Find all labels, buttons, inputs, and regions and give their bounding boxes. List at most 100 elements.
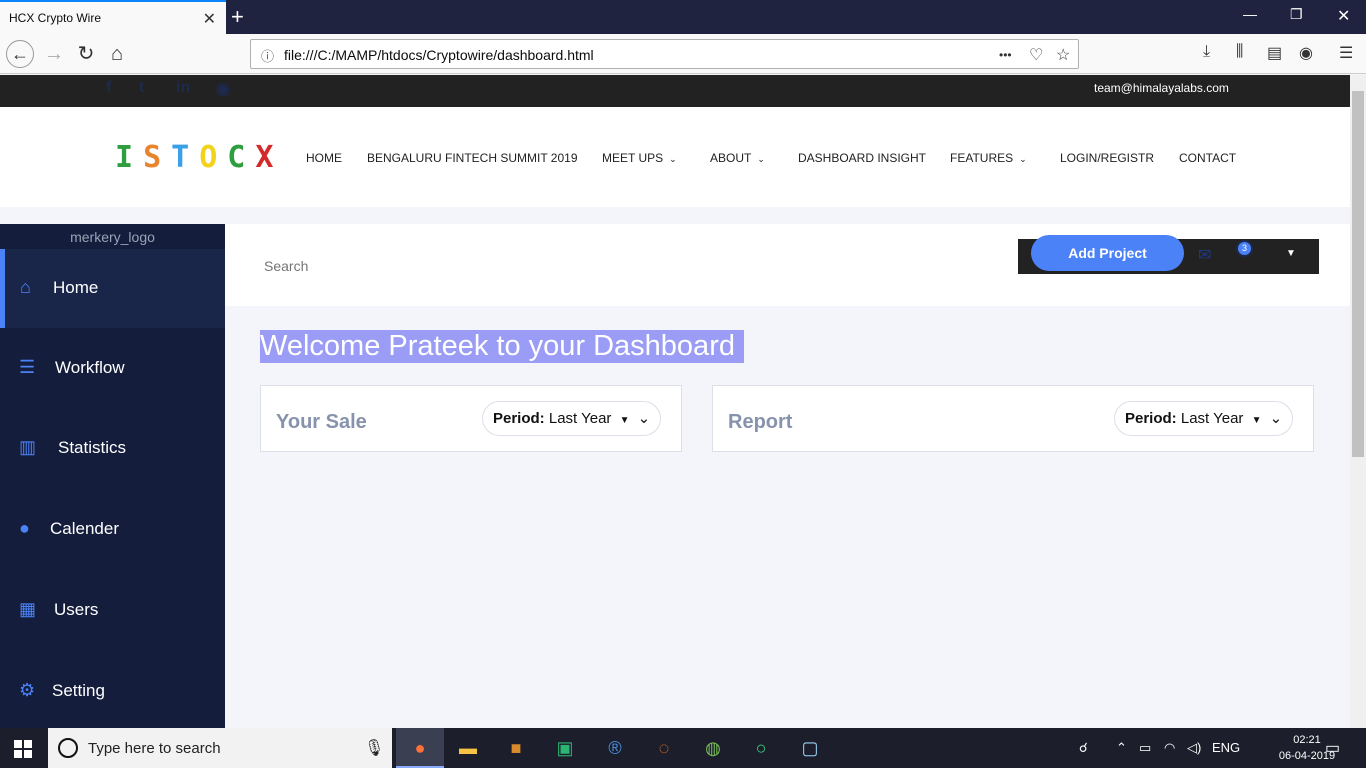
chevron-down-icon: ⌄ bbox=[637, 410, 651, 427]
logo-letter: X bbox=[255, 140, 284, 175]
sublime-text-icon[interactable]: ■ bbox=[492, 728, 540, 768]
sidebar-item-statistics[interactable]: ▥ Statistics bbox=[0, 409, 225, 488]
web-page: f t in ◉ team@himalayalabs.com ISTOCX HO… bbox=[0, 75, 1350, 728]
search-input[interactable] bbox=[264, 258, 564, 274]
nav-dashboard-insight[interactable]: DASHBOARD INSIGHT bbox=[798, 151, 926, 165]
mail-icon[interactable]: ✉ bbox=[1198, 245, 1211, 265]
browser-tab[interactable]: HCX Crypto Wire ✕ bbox=[0, 0, 226, 34]
nav-home[interactable]: HOME bbox=[306, 151, 342, 165]
chevron-up-icon[interactable]: ⌃ bbox=[1116, 740, 1127, 756]
sale-card: Your Sale Period: Last Year ▼ ⌄ bbox=[260, 385, 682, 452]
caret-down-icon[interactable]: ▼ bbox=[1286, 248, 1296, 259]
start-tile bbox=[24, 750, 32, 758]
nav-login-register[interactable]: LOGIN/REGISTR bbox=[1060, 151, 1154, 165]
facebook-icon[interactable]: f bbox=[106, 79, 111, 97]
nav-fintech-summit[interactable]: BENGALURU FINTECH SUMMIT 2019 bbox=[367, 151, 578, 165]
notification-center-icon[interactable]: ▭ bbox=[1325, 738, 1340, 758]
sidebar-item-setting[interactable]: ⚙ Setting bbox=[0, 652, 225, 728]
chevron-down-icon: ⌄ bbox=[757, 154, 765, 164]
url-text[interactable]: file:///C:/MAMP/htdocs/Cryptowire/dashbo… bbox=[284, 47, 594, 63]
battery-icon[interactable]: ▭ bbox=[1139, 740, 1151, 756]
nav-contact[interactable]: CONTACT bbox=[1179, 151, 1236, 165]
caret-down-icon: ▼ bbox=[619, 415, 630, 426]
linkedin-icon[interactable]: in bbox=[176, 79, 190, 97]
restore-icon[interactable]: ❐ bbox=[1290, 6, 1303, 23]
page-scrollbar[interactable] bbox=[1350, 75, 1366, 728]
nav-label: LOGIN/REGISTR bbox=[1060, 151, 1155, 165]
sidebar-item-label: Setting bbox=[52, 681, 105, 700]
language-indicator[interactable]: ENG bbox=[1212, 740, 1240, 755]
cortana-icon bbox=[58, 738, 78, 758]
bookmark-star-icon[interactable]: ☆ bbox=[1056, 45, 1070, 65]
minimize-icon[interactable]: — bbox=[1243, 6, 1257, 22]
report-card: Report Period: Last Year ▼ ⌄ bbox=[712, 385, 1314, 452]
reload-icon[interactable]: ↻ bbox=[72, 40, 100, 68]
sidebar-item-workflow[interactable]: ☰ Workflow bbox=[0, 329, 225, 408]
home-page-icon[interactable]: ⌂ bbox=[103, 40, 131, 68]
dashboard-sidebar: merkery_logo ⌂ Home ☰ Workflow ▥ Statist… bbox=[0, 224, 225, 728]
taskbar-search-box[interactable]: Type here to search 🎙 bbox=[48, 728, 392, 768]
period-dropdown[interactable]: Period: Last Year ▼ ⌄ bbox=[482, 401, 662, 436]
start-tile bbox=[14, 750, 22, 758]
logo-letter: S bbox=[143, 140, 172, 175]
telegram-icon[interactable]: ◉ bbox=[216, 79, 230, 99]
people-icon[interactable]: ☌ bbox=[1079, 740, 1088, 756]
nav-label: CONTACT bbox=[1179, 151, 1237, 165]
library-icon[interactable]: ⫼ bbox=[1236, 43, 1243, 61]
window-close-icon[interactable]: ✕ bbox=[1337, 6, 1350, 26]
contact-email[interactable]: team@himalayalabs.com bbox=[1094, 81, 1229, 95]
card-title: Report bbox=[728, 411, 793, 433]
caret-down-icon: ▼ bbox=[1251, 415, 1262, 426]
welcome-heading: Welcome Prateek to your Dashboard bbox=[260, 330, 744, 363]
file-explorer-icon[interactable]: ▬ bbox=[444, 728, 492, 768]
microphone-icon[interactable]: 🎙 bbox=[364, 738, 384, 758]
site-info-icon[interactable]: ⓘ bbox=[261, 46, 274, 65]
sidebar-toggle-icon[interactable]: ▤ bbox=[1267, 43, 1282, 63]
app-ring-icon[interactable]: ○ bbox=[737, 728, 785, 768]
nav-meet-ups[interactable]: MEET UPS ⌄ bbox=[602, 151, 677, 165]
jupyter-icon[interactable]: ◌ bbox=[640, 728, 688, 768]
twitter-icon[interactable]: t bbox=[139, 79, 144, 97]
home-icon: ⌂ bbox=[20, 277, 31, 297]
nav-features[interactable]: FEATURES ⌄ bbox=[950, 151, 1027, 165]
period-value: Last Year bbox=[548, 410, 612, 427]
nav-label: BENGALURU FINTECH SUMMIT 2019 bbox=[367, 151, 578, 165]
scrollbar-thumb[interactable] bbox=[1352, 91, 1364, 457]
forward-arrow-icon[interactable]: → bbox=[40, 40, 68, 68]
wifi-icon[interactable]: ◠ bbox=[1164, 740, 1175, 756]
start-tile bbox=[14, 740, 22, 748]
android-studio-icon[interactable]: ◍ bbox=[689, 728, 737, 768]
logo-letter: I bbox=[115, 140, 144, 175]
add-project-button[interactable]: Add Project bbox=[1031, 235, 1184, 271]
firefox-icon[interactable]: ● bbox=[396, 728, 444, 768]
download-icon[interactable]: ⤓ bbox=[1203, 43, 1210, 61]
nav-label: ABOUT bbox=[710, 151, 752, 165]
period-value: Last Year bbox=[1180, 410, 1244, 427]
windows-start-icon[interactable] bbox=[14, 740, 32, 758]
windows-taskbar: Type here to search 🎙 ● ▬ ■ ▣ ® ◌ ◍ ○ ▢ … bbox=[0, 728, 1366, 768]
sidebar-item-label: Workflow bbox=[55, 358, 125, 377]
remote-desktop-icon[interactable]: ▢ bbox=[786, 728, 834, 768]
nav-about[interactable]: ABOUT ⌄ bbox=[710, 151, 765, 165]
tab-close-icon[interactable]: ✕ bbox=[203, 9, 216, 29]
istocx-logo[interactable]: ISTOCX bbox=[115, 140, 283, 175]
nav-label: FEATURES bbox=[950, 151, 1014, 165]
r-language-icon[interactable]: ® bbox=[591, 728, 639, 768]
new-tab-button[interactable]: + bbox=[231, 4, 244, 30]
user-toolbar: Add Project ✉ 3 ▼ bbox=[1018, 235, 1319, 274]
hamburger-menu-icon[interactable]: ☰ bbox=[1339, 43, 1353, 63]
sidebar-item-calender[interactable]: ● Calender bbox=[0, 490, 225, 569]
volume-icon[interactable]: ◁) bbox=[1187, 740, 1201, 756]
period-dropdown[interactable]: Period: Last Year ▼ ⌄ bbox=[1114, 401, 1294, 436]
pocket-icon[interactable]: ♡ bbox=[1029, 45, 1043, 65]
sidebar-item-users[interactable]: ▦ Users bbox=[0, 571, 225, 650]
page-actions-icon[interactable]: ••• bbox=[999, 48, 1012, 62]
tab-title: HCX Crypto Wire bbox=[9, 11, 102, 25]
url-bar[interactable]: ⓘ file:///C:/MAMP/htdocs/Cryptowire/dash… bbox=[250, 39, 1079, 69]
taskbar-search-placeholder: Type here to search bbox=[88, 740, 221, 757]
app-icon[interactable]: ▣ bbox=[541, 728, 589, 768]
calendar-icon: ▦ bbox=[19, 599, 37, 619]
account-icon[interactable]: ◉ bbox=[1299, 43, 1313, 63]
back-arrow-icon[interactable]: ← bbox=[6, 40, 34, 68]
sidebar-item-home[interactable]: ⌂ Home bbox=[0, 249, 225, 328]
